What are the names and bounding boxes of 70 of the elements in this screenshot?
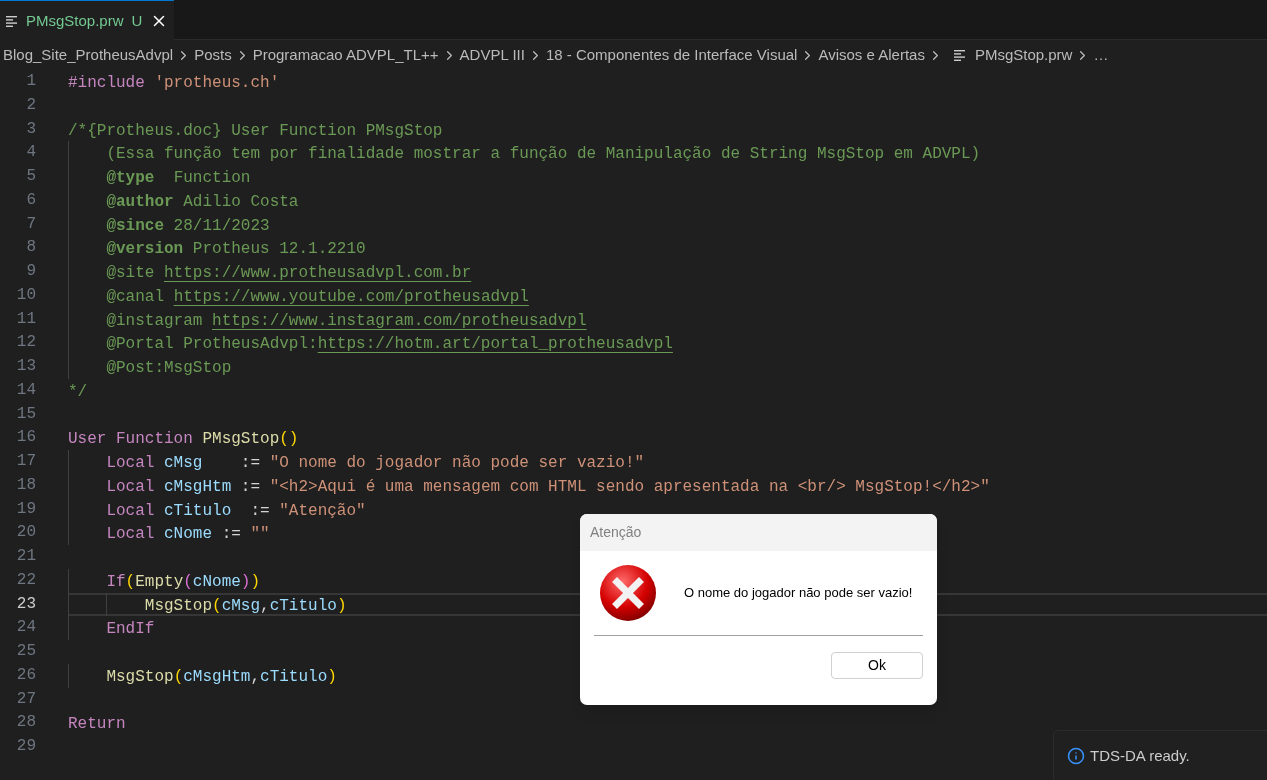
line-number: 26 (15, 664, 36, 686)
code-line: @author Adilio Costa (105, 192, 299, 211)
code-line: @since 28/11/2023 (105, 216, 270, 235)
code-line: (Essa função tem por finalidade mostrar a função de Manipulação de String MsgStop em ADVPL) (105, 145, 981, 164)
line-number: 29 (15, 736, 36, 757)
code-line: MsgStop(cMsgHtm,cTitulo) (105, 667, 337, 686)
code-line: @version Protheus 12.1.2210 (105, 240, 366, 259)
breadcrumb-item[interactable]: ADVPL III (459, 43, 525, 67)
error-icon (599, 564, 657, 622)
code-line: Local cMsgHtm := "<h2>Aqui é uma mensagem com HTML sendo apresentada na <br/> MsgStop!</h2>" (105, 477, 990, 496)
info-icon (1067, 747, 1085, 765)
breadcrumb-item[interactable]: PMsgStop.prw (974, 43, 1073, 67)
code-line: Local cTitulo := "Atenção" (105, 501, 366, 520)
line-number: 14 (15, 379, 36, 401)
line-number: 8 (25, 237, 36, 259)
line-number: 19 (15, 498, 36, 520)
code-line: Local cNome := "" (105, 525, 270, 544)
git-status-label: U (131, 10, 143, 31)
code-line: User Function PMsgStop() (68, 430, 299, 449)
line-number: 21 (15, 546, 36, 567)
line-number: 1 (25, 71, 36, 92)
line-number: 27 (15, 688, 36, 710)
ok-button[interactable]: Ok (831, 652, 923, 679)
more-breadcrumb[interactable]: … (1093, 43, 1109, 67)
line-number: 4 (25, 142, 36, 164)
code-line: @Post:MsgStop (105, 359, 232, 377)
line-number: 12 (15, 332, 36, 354)
notification-message: TDS-DA ready. (1090, 747, 1190, 765)
code-line: Return (68, 715, 126, 734)
code-line: /*{Protheus.doc} User Function PMsgStop (68, 121, 443, 140)
line-number: 16 (15, 427, 36, 449)
file-lines-icon (6, 15, 18, 27)
line-number: 20 (15, 522, 36, 544)
line-number: 15 (15, 403, 36, 425)
editor-tab[interactable]: PMsgStop.prw U (0, 0, 175, 41)
code-line: @site https://www.protheusadvpl.com.br (105, 264, 472, 282)
line-number: 23 (15, 593, 36, 615)
code-line: If(Empty(cNome)) (105, 572, 261, 591)
line-number: 7 (25, 213, 36, 235)
breadcrumb-item[interactable]: Avisos e Alertas (818, 43, 925, 67)
dialog-message: O nome do jogador não pode ser vazio! (684, 584, 913, 603)
line-number: 18 (15, 474, 36, 496)
file-lines-icon (953, 49, 966, 61)
line-number: 5 (25, 166, 36, 187)
breadcrumb-item[interactable]: Posts (194, 43, 232, 67)
line-number: 25 (15, 641, 36, 662)
code-line: @Portal ProtheusAdvpl:https://hotm.art/portal_protheusadvpl (105, 335, 673, 354)
dialog-title: Atenção (590, 523, 642, 542)
breadcrumb-item[interactable]: 18 - Componentes de Interface Visual (545, 43, 798, 67)
line-number: 13 (15, 356, 36, 377)
code-line: @instagram https://www.instagram.com/protheusadvpl (105, 311, 587, 330)
line-number: 9 (25, 261, 36, 282)
line-number: 2 (25, 94, 36, 116)
breadcrumb-item[interactable]: Programacao ADVPL_TL++ (252, 43, 439, 67)
breadcrumb-item[interactable]: Blog_Site_ProtheusAdvpl (3, 43, 174, 67)
line-number: 11 (15, 308, 36, 330)
code-line: */ (68, 382, 88, 401)
line-number: 28 (15, 712, 36, 734)
code-line: EndIf (105, 620, 155, 639)
line-number: 10 (15, 284, 36, 306)
line-number: 3 (25, 118, 36, 140)
code-line: Local cMsg := "O nome do jogador não pode ser vazio!" (105, 454, 645, 472)
code-line: MsgStop(cMsg,cTitulo) (143, 596, 347, 615)
line-number: 24 (15, 617, 36, 639)
code-line: @type Function (105, 169, 251, 187)
line-number: 17 (15, 451, 36, 472)
code-line: @canal https://www.youtube.com/protheusadvpl (105, 287, 529, 306)
line-number: 6 (25, 189, 36, 211)
line-number: 22 (15, 569, 36, 591)
code-line: #include 'protheus.ch' (68, 74, 280, 92)
